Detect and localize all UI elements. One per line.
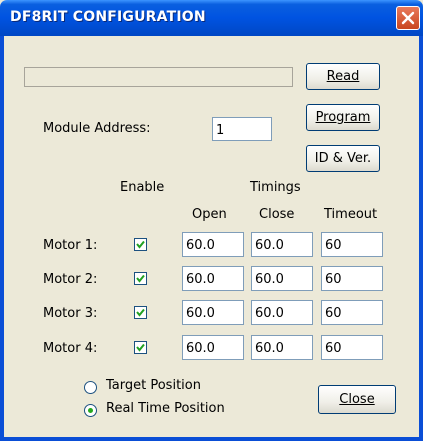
open-header: Open (192, 207, 227, 222)
motor-2-enable-checkbox[interactable] (134, 272, 147, 285)
window-close-icon[interactable] (396, 6, 420, 30)
real-time-position-label[interactable]: Real Time Position (106, 401, 225, 416)
title-bar[interactable]: DF8RIT CONFIGURATION (0, 0, 423, 36)
motor-2-close-input[interactable] (251, 266, 313, 291)
checkmark-icon (136, 343, 145, 352)
checkmark-icon (136, 308, 145, 317)
close-header: Close (259, 207, 295, 222)
module-address-label: Module Address: (43, 121, 151, 136)
program-button[interactable]: Program (306, 104, 380, 131)
checkmark-icon (136, 240, 145, 249)
close-button[interactable]: Close (318, 385, 396, 414)
read-button[interactable]: Read (306, 63, 380, 90)
config-window: DF8RIT CONFIGURATION Read Program ID & V… (0, 0, 423, 441)
window-border-left (0, 36, 4, 441)
close-button-label: Close (339, 392, 375, 407)
motor-4-open-input[interactable] (182, 335, 244, 360)
motor-4-enable-checkbox[interactable] (134, 341, 147, 354)
motor-2-label: Motor 2: (43, 272, 98, 287)
motor-2-timeout-input[interactable] (321, 266, 383, 291)
motor-4-timeout-input[interactable] (321, 335, 383, 360)
motor-3-close-input[interactable] (251, 300, 313, 325)
motor-3-open-input[interactable] (182, 300, 244, 325)
window-title: DF8RIT CONFIGURATION (10, 9, 206, 25)
timings-header: Timings (250, 180, 301, 195)
enable-header: Enable (120, 180, 165, 195)
real-time-position-radio[interactable] (84, 404, 97, 417)
read-button-label: Read (326, 69, 360, 84)
motor-1-timeout-input[interactable] (321, 232, 383, 257)
motor-4-close-input[interactable] (251, 335, 313, 360)
motor-3-label: Motor 3: (43, 306, 98, 321)
status-field (24, 67, 293, 87)
window-border-bottom (0, 437, 423, 441)
id-ver-button-label: ID & Ver. (314, 151, 372, 166)
target-position-radio[interactable] (84, 381, 97, 394)
program-button-label: Program (315, 110, 371, 125)
radio-selected-dot (88, 408, 93, 413)
motor-4-label: Motor 4: (43, 341, 98, 356)
motor-1-close-input[interactable] (251, 232, 313, 257)
id-ver-button[interactable]: ID & Ver. (306, 145, 380, 172)
motor-1-enable-checkbox[interactable] (134, 238, 147, 251)
checkmark-icon (136, 274, 145, 283)
motor-1-open-input[interactable] (182, 232, 244, 257)
module-address-input[interactable] (212, 117, 272, 141)
motor-1-label: Motor 1: (43, 238, 98, 253)
target-position-label[interactable]: Target Position (106, 378, 201, 393)
window-border-right (419, 36, 423, 441)
motor-3-timeout-input[interactable] (321, 300, 383, 325)
motor-3-enable-checkbox[interactable] (134, 306, 147, 319)
motor-2-open-input[interactable] (182, 266, 244, 291)
timeout-header: Timeout (324, 207, 378, 222)
